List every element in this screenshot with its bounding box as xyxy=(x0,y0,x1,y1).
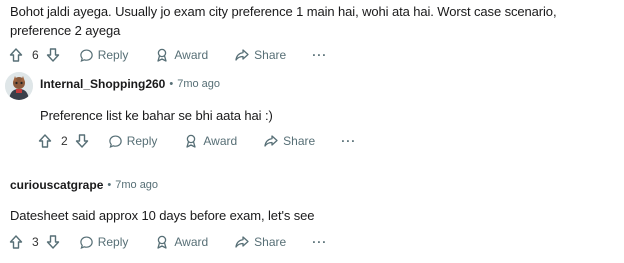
share-button[interactable]: Share xyxy=(234,47,286,63)
timestamp[interactable]: 7mo ago xyxy=(177,78,220,90)
avatar-image xyxy=(5,72,33,100)
share-label: Share xyxy=(283,134,316,148)
award-icon xyxy=(186,134,197,148)
reply-label: Reply xyxy=(97,48,129,62)
share-icon xyxy=(235,49,249,61)
share-button[interactable]: Share xyxy=(263,133,315,149)
comment-2-body: Preference list ke bahar se bhi aata hai… xyxy=(40,108,273,123)
downvote-button[interactable] xyxy=(45,47,61,63)
upvote-icon xyxy=(38,134,52,148)
share-button[interactable]: Share xyxy=(234,234,286,250)
upvote-button[interactable] xyxy=(37,133,53,149)
separator-dot: • xyxy=(107,179,112,191)
share-label: Share xyxy=(254,235,287,249)
award-label: Award xyxy=(203,134,238,148)
reply-button[interactable]: Reply xyxy=(79,48,129,63)
comment-1-actions: 6 Reply Award Share ··· xyxy=(8,43,327,67)
award-button[interactable]: Award xyxy=(183,133,237,149)
more-icon: ··· xyxy=(341,134,357,148)
award-icon xyxy=(157,235,168,249)
award-button[interactable]: Award xyxy=(154,234,208,250)
more-options-button[interactable]: ··· xyxy=(312,235,327,249)
separator-dot: • xyxy=(169,78,174,90)
reply-label: Reply xyxy=(126,134,158,148)
more-icon: ··· xyxy=(312,235,328,249)
award-icon xyxy=(157,48,168,62)
reply-button[interactable]: Reply xyxy=(79,235,129,250)
upvote-icon xyxy=(9,48,23,62)
award-button[interactable]: Award xyxy=(154,47,208,63)
share-icon xyxy=(235,236,249,248)
more-icon: ··· xyxy=(312,48,328,62)
upvote-icon xyxy=(9,235,23,249)
downvote-icon xyxy=(46,48,59,62)
comment-2-actions: 2 Reply Award Share ··· xyxy=(37,129,356,153)
comment-3-header: curiouscatgrape • 7mo ago xyxy=(10,178,158,192)
author-name[interactable]: Internal_Shopping260 xyxy=(40,77,165,91)
award-label: Award xyxy=(174,48,209,62)
upvote-button[interactable] xyxy=(8,47,24,63)
downvote-icon xyxy=(75,134,88,148)
share-label: Share xyxy=(254,48,287,62)
comment-1-body: Bohot jaldi ayega. Usually jo exam city … xyxy=(10,4,557,38)
timestamp[interactable]: 7mo ago xyxy=(115,179,158,191)
reply-icon xyxy=(108,134,122,148)
vote-count: 2 xyxy=(61,134,68,148)
vote-count: 3 xyxy=(32,235,39,249)
upvote-button[interactable] xyxy=(8,234,24,250)
comment-3-body: Datesheet said approx 10 days before exa… xyxy=(10,208,315,223)
downvote-button[interactable] xyxy=(74,133,90,149)
reply-label: Reply xyxy=(97,235,129,249)
downvote-icon xyxy=(46,235,59,249)
reply-icon xyxy=(79,48,93,62)
vote-count: 6 xyxy=(32,48,39,62)
comment-3-actions: 3 Reply Award Share ··· xyxy=(8,230,327,254)
author-name[interactable]: curiouscatgrape xyxy=(10,178,103,192)
reply-button[interactable]: Reply xyxy=(108,134,158,149)
more-options-button[interactable]: ··· xyxy=(341,134,356,148)
share-icon xyxy=(264,135,278,147)
avatar[interactable] xyxy=(5,72,33,100)
downvote-button[interactable] xyxy=(45,234,61,250)
award-label: Award xyxy=(174,235,209,249)
reply-icon xyxy=(79,235,93,249)
more-options-button[interactable]: ··· xyxy=(312,48,327,62)
comment-2-header: Internal_Shopping260 • 7mo ago xyxy=(40,77,220,91)
